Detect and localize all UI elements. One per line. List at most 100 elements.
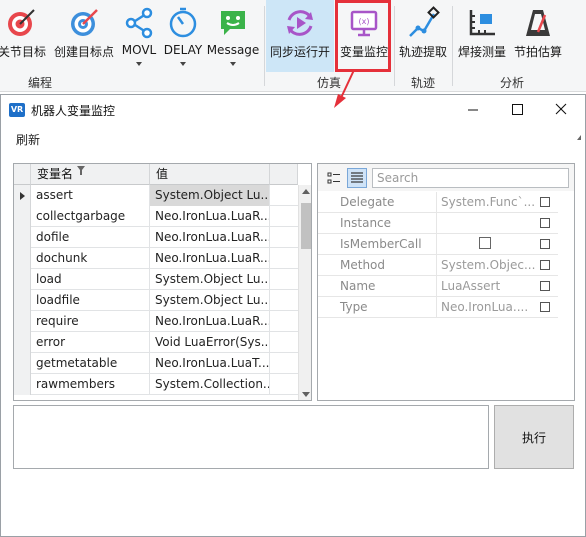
column-header-value[interactable]: 值 — [150, 164, 270, 185]
variable-name-cell[interactable]: load — [31, 269, 150, 290]
script-input[interactable] — [13, 405, 489, 469]
property-value-text: System.Func`... — [441, 195, 536, 209]
property-checkbox[interactable] — [540, 260, 550, 270]
property-checkbox[interactable] — [540, 281, 550, 291]
property-value[interactable]: Neo.IronLua.... — [437, 297, 558, 318]
variable-value-cell[interactable]: Neo.IronLua.LuaR... — [150, 311, 270, 332]
variable-value-cell[interactable]: Neo.IronLua.LuaR... — [150, 248, 270, 269]
property-row[interactable]: Delegate System.Func`... — [318, 192, 558, 213]
vertical-scrollbar[interactable] — [298, 185, 311, 400]
row-header[interactable] — [14, 353, 31, 374]
joint-target-button[interactable]: 关节目标 — [0, 2, 50, 72]
search-input[interactable] — [372, 168, 569, 188]
row-header[interactable] — [14, 248, 31, 269]
variable-name-cell[interactable]: dofile — [31, 227, 150, 248]
row-header[interactable] — [14, 206, 31, 227]
property-value[interactable] — [437, 213, 558, 234]
variable-name-cell[interactable]: collectgarbage — [31, 206, 150, 227]
scroll-down-icon[interactable] — [302, 392, 310, 397]
property-row[interactable]: Type Neo.IronLua.... — [318, 297, 558, 318]
categorized-view-button[interactable] — [324, 168, 344, 188]
table-row[interactable]: error Void LuaError(Sys... — [14, 332, 298, 353]
delay-button[interactable]: DELAY — [162, 2, 204, 72]
property-checkbox[interactable] — [540, 218, 550, 228]
alphabetical-view-button[interactable] — [347, 168, 367, 188]
variable-name-cell[interactable]: assert — [31, 185, 150, 206]
target-icon — [71, 9, 98, 36]
property-row[interactable]: Instance — [318, 213, 558, 234]
variable-monitor-window: VR 机器人变量监控 刷新 变量名 值 assert System.Object … — [0, 94, 586, 537]
variable-value-cell[interactable]: Neo.IronLua.LuaT... — [150, 353, 270, 374]
scrollbar-thumb[interactable] — [301, 203, 311, 249]
refresh-menu-item[interactable]: 刷新 — [16, 131, 40, 148]
table-row[interactable]: load System.Object Lu... — [14, 269, 298, 290]
table-row[interactable]: getmetatable Neo.IronLua.LuaT... — [14, 353, 298, 374]
execute-button[interactable]: 执行 — [494, 405, 574, 469]
message-button[interactable]: Message — [207, 2, 259, 72]
metronome-icon — [526, 10, 550, 36]
timer-icon — [169, 7, 197, 38]
row-header[interactable] — [14, 185, 31, 206]
variable-name-cell[interactable]: require — [31, 311, 150, 332]
chevron-down-icon — [230, 62, 236, 66]
variable-value-cell[interactable]: Neo.IronLua.LuaR... — [150, 206, 270, 227]
cycle-estimate-button[interactable]: 节拍估算 — [511, 2, 565, 72]
column-header-name[interactable]: 变量名 — [31, 164, 150, 185]
variable-value-cell[interactable]: System.Object Lu... — [150, 269, 270, 290]
table-row[interactable]: dochunk Neo.IronLua.LuaR... — [14, 248, 298, 269]
row-header[interactable] — [14, 374, 31, 395]
scroll-up-icon[interactable] — [302, 189, 310, 194]
sync-run-button[interactable]: 同步运行开 — [266, 0, 334, 72]
row-header[interactable] — [14, 332, 31, 353]
table-row[interactable]: rawmembers System.Collection... — [14, 374, 298, 395]
variable-name-cell[interactable]: getmetatable — [31, 353, 150, 374]
property-value[interactable] — [437, 234, 558, 255]
variable-name-cell[interactable]: dochunk — [31, 248, 150, 269]
row-header[interactable] — [14, 227, 31, 248]
variable-value-cell[interactable]: System.Collection... — [150, 374, 270, 395]
row-header[interactable] — [14, 290, 31, 311]
table-row[interactable]: collectgarbage Neo.IronLua.LuaR... — [14, 206, 298, 227]
weld-measure-button[interactable]: 焊接测量 — [455, 2, 509, 72]
table-row[interactable]: assert System.Object Lu... — [14, 185, 298, 206]
variable-name-cell[interactable]: loadfile — [31, 290, 150, 311]
property-name: Method — [318, 255, 437, 276]
sync-icon — [287, 10, 313, 36]
maximize-button[interactable] — [495, 95, 539, 125]
property-row[interactable]: Method System.Objec... — [318, 255, 558, 276]
variable-value-cell[interactable]: System.Object Lu... — [150, 290, 270, 311]
variable-value-cell[interactable]: Void LuaError(Sys... — [150, 332, 270, 353]
property-value[interactable]: System.Objec... — [437, 255, 558, 276]
trajectory-icon — [409, 6, 440, 37]
trajectory-extract-button[interactable]: 轨迹提取 — [396, 2, 450, 72]
variable-name-cell[interactable]: rawmembers — [31, 374, 150, 395]
row-header[interactable] — [14, 269, 31, 290]
message-icon — [221, 11, 245, 35]
property-checkbox[interactable] — [540, 302, 550, 312]
ruler-icon — [469, 10, 495, 36]
minimize-button[interactable] — [451, 95, 495, 125]
property-row[interactable]: Name LuaAssert — [318, 276, 558, 297]
property-value[interactable]: LuaAssert — [437, 276, 558, 297]
property-checkbox[interactable] — [540, 197, 550, 207]
movl-button[interactable]: MOVL — [118, 2, 160, 72]
table-row[interactable]: loadfile System.Object Lu... — [14, 290, 298, 311]
variable-grid: 变量名 值 assert System.Object Lu... collectga… — [13, 163, 312, 401]
ismembercall-checkbox[interactable] — [479, 237, 491, 249]
variable-value-cell[interactable]: Neo.IronLua.LuaR... — [150, 227, 270, 248]
variable-value-cell[interactable]: System.Object Lu... — [150, 185, 270, 206]
property-value[interactable]: System.Func`... — [437, 192, 558, 213]
overflow-icon[interactable] — [577, 135, 581, 140]
property-row[interactable]: IsMemberCall — [318, 234, 558, 255]
list-icon — [351, 172, 363, 183]
create-target-button[interactable]: 创建目标点 — [54, 2, 114, 72]
property-checkbox[interactable] — [540, 239, 550, 249]
window-titlebar[interactable]: VR 机器人变量监控 — [1, 95, 585, 125]
variable-name-cell[interactable]: error — [31, 332, 150, 353]
close-button[interactable] — [539, 95, 583, 125]
minimize-icon — [468, 109, 478, 111]
table-row[interactable]: dofile Neo.IronLua.LuaR... — [14, 227, 298, 248]
property-name: Type — [318, 297, 437, 318]
row-header[interactable] — [14, 311, 31, 332]
table-row[interactable]: require Neo.IronLua.LuaR... — [14, 311, 298, 332]
